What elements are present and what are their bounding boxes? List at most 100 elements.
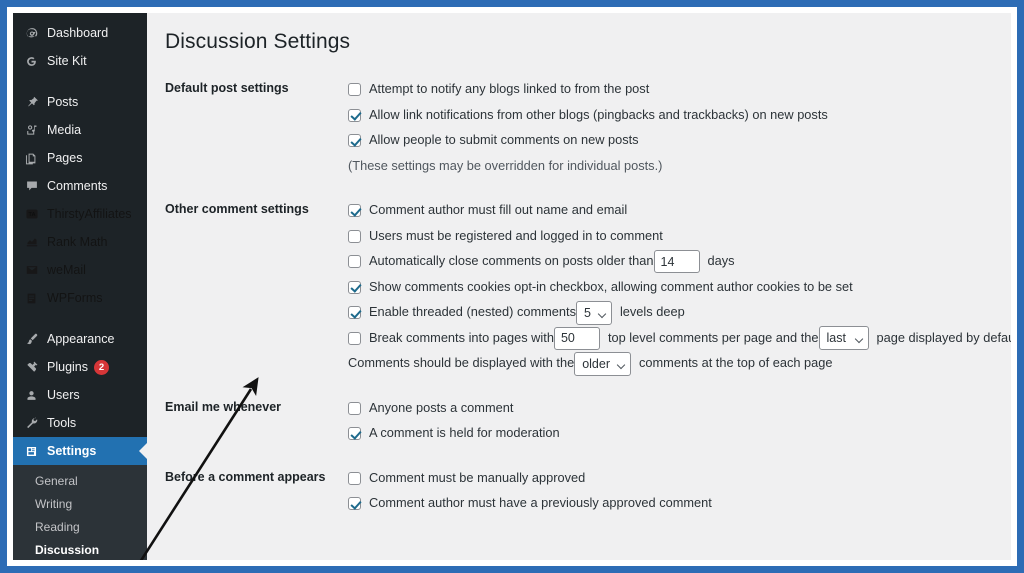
row-label: Comments should be displayed with the [348,355,575,371]
wpforms-icon [22,292,41,305]
sidebar-item-dashboard[interactable]: Dashboard [13,19,147,47]
plugins-plug-icon [22,360,41,374]
row-label: Enable threaded (nested) comments [369,304,576,320]
sidebar-item-posts[interactable]: Posts [13,88,147,116]
row-label-suffix: page displayed by default [876,329,1011,345]
checkbox[interactable] [348,427,361,441]
settings-submenu: General Writing Reading Discussion [13,465,147,560]
checkbox[interactable] [348,108,361,122]
plugins-update-badge: 2 [94,359,109,375]
settings-row: Users must be registered and logged in t… [348,224,1011,250]
main-content: Discussion Settings Default post setting… [147,13,1011,560]
submenu-item-general[interactable]: General [13,470,147,493]
settings-section: Email me whenever Anyone posts a comment A… [165,396,1011,447]
settings-section: Default post settings Attempt to notify a… [165,77,1011,179]
page-title: Discussion Settings [165,30,351,53]
sidebar-item-pages[interactable]: Pages [13,144,147,172]
thirstyaffiliates-icon: TA [22,207,41,221]
checkbox[interactable] [348,280,361,294]
sidebar-item-tools[interactable]: Tools [13,409,147,437]
row-label: Anyone posts a comment [369,399,514,415]
section-rows: Anyone posts a comment A comment is held … [348,396,1011,447]
row-label-suffix: days [707,253,735,269]
section-label: Before a comment appears [165,469,326,484]
note-text: (These settings may be overridden for in… [348,157,663,173]
sidebar-item-label: Settings [47,443,97,458]
sidebar-item-label: WPForms [47,290,103,305]
settings-row: Allow people to submit comments on new p… [348,128,1011,154]
row-label: Break comments into pages with [369,329,554,345]
settings-note: (These settings may be overridden for in… [348,154,1011,180]
sidebar-item-label: Posts [47,94,79,109]
dropdown-select[interactable]: last [818,326,869,351]
settings-section: Other comment settings Comment author mus… [165,198,1011,377]
submenu-item-reading[interactable]: Reading [13,516,147,539]
row-label: Allow link notifications from other blog… [369,106,828,122]
sidebar-item-label: weMail [47,262,86,277]
settings-sections: Default post settings Attempt to notify a… [165,77,1011,517]
checkbox[interactable] [348,497,361,511]
pushpin-icon [22,95,41,109]
row-label: Comment must be manually approved [369,469,586,485]
row-label: Comment author must have a previously ap… [369,495,712,511]
sidebar-item-settings[interactable]: Settings [13,437,147,465]
checkbox[interactable] [348,255,361,269]
sidebar-item-label: Comments [47,178,108,193]
sidebar-item-users[interactable]: Users [13,381,147,409]
number-input[interactable] [653,250,700,274]
row-label: Allow people to submit comments on new p… [369,132,639,148]
sidebar-separator [13,312,147,325]
screenshot-inner-frame: Dashboard Site Kit Posts Media Pages Comments… [7,7,1017,566]
settings-row: Comment author must have a previously ap… [348,491,1011,517]
dashboard-icon [22,26,41,40]
sidebar-item-label: Tools [47,415,77,430]
section-rows: Comment must be manually approved Comment… [348,466,1011,517]
row-label-suffix: comments at the top of each page [639,355,833,371]
checkbox[interactable] [348,204,361,218]
dropdown-select[interactable]: 5 [576,300,612,325]
settings-row: Break comments into pages with top level … [348,326,1011,352]
number-input[interactable] [553,326,600,350]
sidebar-item-wemail[interactable]: weMail [13,256,147,284]
media-icon [22,123,41,137]
checkbox[interactable] [348,306,361,320]
sidebar-item-appearance[interactable]: Appearance [13,325,147,353]
checkbox[interactable] [348,471,361,485]
row-label-mid: top level comments per page and the [607,329,819,345]
row-label: A comment is held for moderation [369,425,560,441]
sidebar-item-thirstyaffiliates[interactable]: TA ThirstyAffiliates [13,200,147,228]
sidebar-item-wpforms[interactable]: WPForms [13,284,147,312]
sidebar-item-media[interactable]: Media [13,116,147,144]
section-label: Default post settings [165,81,289,95]
pages-icon [22,152,41,165]
sidebar-item-rank-math[interactable]: Rank Math [13,228,147,256]
sidebar-item-comments[interactable]: Comments [13,172,147,200]
dropdown-value: 5 [584,305,591,320]
settings-gear-icon [22,445,41,458]
sidebar-item-site-kit[interactable]: Site Kit [13,47,147,75]
submenu-item-discussion[interactable]: Discussion [13,539,147,560]
settings-row: Anyone posts a comment [348,396,1011,422]
comment-bubble-icon [22,179,41,193]
settings-row: Comment must be manually approved [348,466,1011,492]
sidebar-item-label: Rank Math [47,234,108,249]
checkbox[interactable] [348,229,361,243]
tools-wrench-icon [22,416,41,430]
row-label: Comment author must fill out name and em… [369,202,628,218]
users-icon [22,389,41,402]
sidebar-item-plugins[interactable]: Plugins 2 [13,353,147,381]
checkbox[interactable] [348,83,361,97]
dropdown-select[interactable]: older [574,351,631,376]
checkbox[interactable] [348,331,361,345]
section-label: Email me whenever [165,399,282,414]
sidebar-item-label: Plugins [47,359,88,374]
section-rows: Comment author must fill out name and em… [348,198,1011,377]
settings-row: Show comments cookies opt-in checkbox, a… [348,275,1011,301]
checkbox[interactable] [348,134,361,148]
submenu-item-writing[interactable]: Writing [13,493,147,516]
screenshot-outer-frame: Dashboard Site Kit Posts Media Pages Comments… [0,0,1024,573]
settings-row: Enable threaded (nested) comments 5 levels… [348,300,1011,326]
checkbox[interactable] [348,401,361,415]
google-g-icon [22,55,41,68]
appearance-brush-icon [22,332,41,346]
